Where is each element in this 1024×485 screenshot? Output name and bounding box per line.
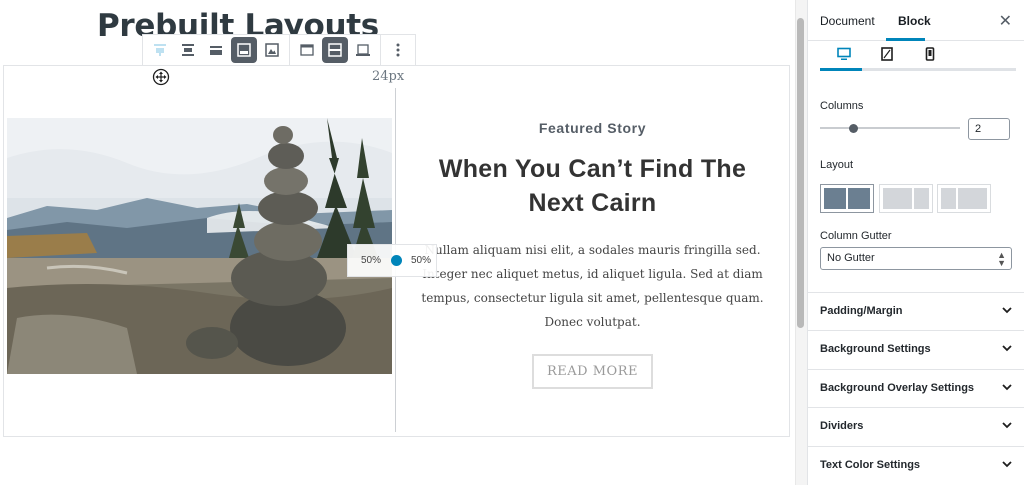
- toolbar-group-width: [290, 35, 381, 65]
- mobile-icon[interactable]: [920, 44, 940, 64]
- layout-option-wide-left[interactable]: [879, 184, 933, 213]
- chevron-down-icon: [1002, 307, 1012, 314]
- tablet-icon[interactable]: [877, 44, 897, 64]
- device-tab-active: [820, 68, 862, 71]
- panel-title: Dividers: [820, 420, 864, 432]
- sidebar-tabs: Document Block ✕: [808, 0, 1024, 41]
- panel-background-settings[interactable]: Background Settings: [808, 330, 1024, 368]
- story-column: Featured Story When You Can’t Find The N…: [400, 118, 785, 389]
- columns-range-track[interactable]: [820, 127, 960, 129]
- full-height-icon[interactable]: [231, 37, 257, 63]
- wide-width-icon[interactable]: [294, 37, 320, 63]
- column-resize-handle[interactable]: [391, 255, 402, 266]
- layout-swatch: [957, 188, 987, 209]
- gutter-select[interactable]: No Gutter ▲ ▼: [820, 247, 1012, 270]
- layout-swatch: [848, 188, 870, 209]
- inner-layout-icon[interactable]: [350, 37, 376, 63]
- gutter-select-value: No Gutter: [827, 252, 875, 264]
- chevron-down-icon: [1002, 384, 1012, 391]
- cairn-photo[interactable]: [7, 118, 392, 374]
- layout-swatch: [914, 188, 929, 209]
- panel-text-color[interactable]: Text Color Settings: [808, 446, 1024, 484]
- chevron-down-icon: [1002, 461, 1012, 468]
- story-body[interactable]: Nullam aliquam nisi elit, a sodales maur…: [408, 238, 777, 334]
- panel-title: Background Overlay Settings: [820, 382, 975, 394]
- tab-document[interactable]: Document: [820, 14, 875, 28]
- device-tabs: [820, 44, 1016, 70]
- chevron-down-icon: [1002, 345, 1012, 352]
- columns-label: Columns: [820, 100, 864, 112]
- desktop-icon[interactable]: [834, 44, 854, 64]
- close-icon[interactable]: ✕: [999, 11, 1012, 31]
- columns-range-knob[interactable]: [849, 124, 858, 133]
- select-caret-icon: ▲ ▼: [997, 250, 1006, 268]
- left-column-percent: 50%: [361, 255, 382, 266]
- toolbar-group-more: [381, 35, 415, 65]
- align-center-icon[interactable]: [175, 37, 201, 63]
- editor-canvas: Prebuilt Layouts 24px 50% 50% Featured S…: [0, 0, 795, 485]
- more-options-icon[interactable]: [385, 37, 411, 63]
- spacing-indicator: 24px: [372, 69, 405, 84]
- align-top-icon[interactable]: [147, 37, 173, 63]
- canvas-scrollbar-thumb[interactable]: [797, 18, 804, 328]
- chevron-down-icon: [1002, 422, 1012, 429]
- columns-number-input[interactable]: 2: [968, 118, 1010, 140]
- panel-dividers[interactable]: Dividers: [808, 407, 1024, 445]
- layout-swatch: [883, 188, 913, 209]
- panel-title: Padding/Margin: [820, 305, 903, 317]
- gutter-label: Column Gutter: [820, 230, 892, 242]
- layout-swatch: [824, 188, 846, 209]
- full-width-icon[interactable]: [322, 37, 348, 63]
- layout-option-wide-right[interactable]: [937, 184, 991, 213]
- image-background-icon[interactable]: [259, 37, 285, 63]
- story-headline[interactable]: When You Can’t Find The Next Cairn: [410, 152, 775, 220]
- read-more-button[interactable]: READ MORE: [532, 354, 653, 389]
- align-bottom-icon[interactable]: [203, 37, 229, 63]
- settings-sidebar: Document Block ✕ Columns 2 Layout Column…: [807, 0, 1024, 485]
- toolbar-group-alignment: [143, 35, 290, 65]
- panel-title: Text Color Settings: [820, 459, 921, 471]
- panel-background-overlay[interactable]: Background Overlay Settings: [808, 369, 1024, 407]
- panel-padding-margin[interactable]: Padding/Margin: [808, 292, 1024, 330]
- story-eyebrow[interactable]: Featured Story: [400, 120, 785, 136]
- panel-title: Background Settings: [820, 343, 931, 355]
- block-toolbar: [142, 34, 416, 66]
- active-tab-indicator: [886, 38, 925, 41]
- right-column-percent: 50%: [410, 255, 431, 266]
- move-handle-icon[interactable]: [152, 68, 170, 86]
- layout-swatch: [941, 188, 956, 209]
- layout-option-equal[interactable]: [820, 184, 874, 213]
- tab-block[interactable]: Block: [898, 14, 931, 28]
- layout-label: Layout: [820, 159, 854, 171]
